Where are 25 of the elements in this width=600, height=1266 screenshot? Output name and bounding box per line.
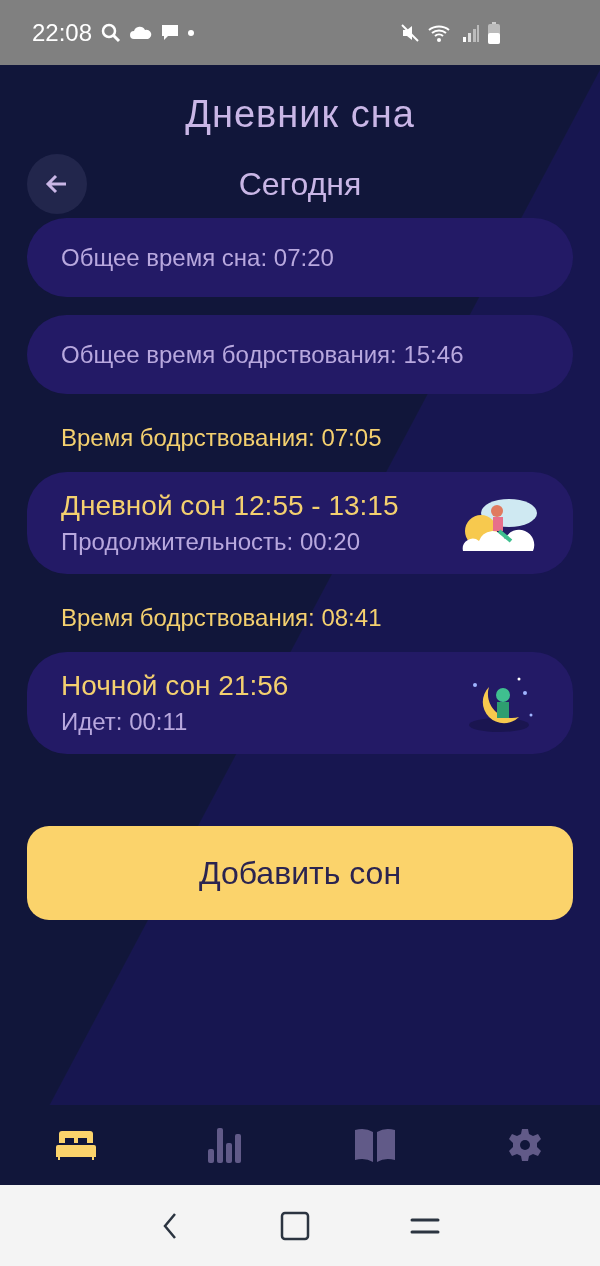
app-title: Дневник сна [184,93,416,136]
add-sleep-button[interactable]: Добавить сон [27,826,573,920]
book-icon [354,1128,395,1162]
cloud-icon [130,25,153,40]
message-icon [160,22,181,43]
mute-icon [400,22,420,43]
screen-title: Сегодня [238,165,362,203]
dot-icon [188,29,195,36]
search-icon [100,21,123,44]
sleep-detail: Продолжительность: 00:20 [61,528,361,556]
bar-chart-icon [207,1127,244,1163]
bed-icon [55,1129,96,1161]
summary-text: Общее время сна: 07:20 [61,243,335,273]
signal-icon [462,22,480,43]
home-icon[interactable] [280,1210,310,1241]
wake-time-text: Время бодрствования: 08:41 [60,603,383,633]
wake-time-text: Время бодрствования: 07:05 [60,423,383,453]
sleep-title: Ночной сон 21:56 [61,670,289,702]
sleep-card[interactable]: Ночной сон 21:56 Идет: 00:11 [27,652,573,754]
sleep-title: Дневной сон 12:55 - 13:15 [61,490,399,522]
sleep-card[interactable]: Дневной сон 12:55 - 13:15 Продолжительность: 00:20 [27,472,573,574]
clock-time: 22:08 [32,18,93,47]
sleep-detail: Идет: 00:11 [61,708,189,736]
battery-icon [488,21,500,44]
summary-text: Общее время бодрствования: 15:46 [61,340,465,370]
